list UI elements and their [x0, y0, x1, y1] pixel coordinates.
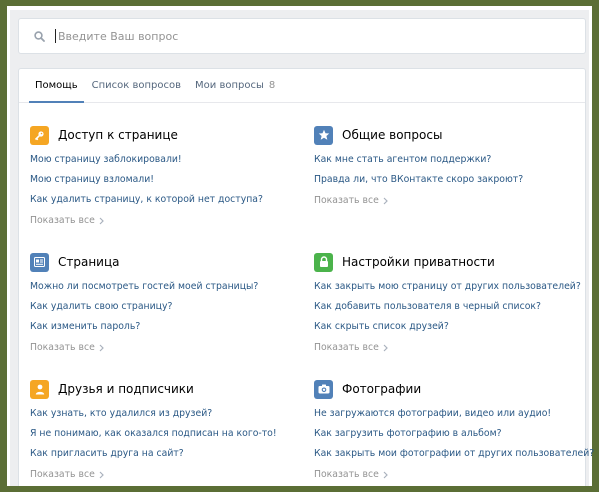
tab-help[interactable]: Помощь	[29, 69, 84, 103]
show-all-link[interactable]: Показать все	[30, 340, 300, 356]
faq-link[interactable]: Мою страницу взломали!	[30, 173, 300, 193]
chevron-right-icon	[383, 471, 388, 479]
profile-card-icon	[30, 252, 49, 272]
faq-link[interactable]: Как мне стать агентом поддержки?	[314, 153, 584, 173]
section-header[interactable]: Общие вопросы	[314, 125, 584, 145]
show-all-link[interactable]: Показать все	[314, 193, 584, 209]
section-page-access: Доступ к странице Мою страницу заблокиро…	[30, 125, 300, 229]
faq-link[interactable]: Как загрузить фотографию в альбом?	[314, 427, 584, 447]
tab-count-badge: 8	[268, 80, 276, 91]
search-icon	[19, 19, 49, 53]
show-all-link[interactable]: Показать все	[314, 340, 584, 356]
show-all-label: Показать все	[30, 342, 95, 353]
tab-questions-list[interactable]: Список вопросов	[86, 69, 187, 102]
tab-label: Список вопросов	[91, 80, 182, 91]
faq-link[interactable]: Как удалить страницу, к которой нет дост…	[30, 193, 300, 213]
page-background: Помощь Список вопросов Мои вопросы 8	[10, 10, 594, 486]
tab-label: Помощь	[35, 80, 78, 91]
chevron-right-icon	[99, 344, 104, 352]
show-all-label: Показать все	[314, 469, 379, 480]
star-icon	[314, 125, 333, 145]
person-icon	[30, 379, 49, 399]
show-all-label: Показать все	[30, 469, 95, 480]
tab-label: Мои вопросы	[195, 80, 264, 91]
faq-link[interactable]: Как добавить пользователя в черный списо…	[314, 300, 584, 320]
faq-link[interactable]: Не загружаются фотографии, видео или ауд…	[314, 407, 584, 427]
faq-link[interactable]: Как удалить свою страницу?	[30, 300, 300, 320]
tabs-bar: Помощь Список вопросов Мои вопросы 8	[19, 69, 585, 103]
faq-link[interactable]: Правда ли, что ВКонтакте скоро закроют?	[314, 173, 584, 193]
faq-link[interactable]: Как изменить пароль?	[30, 320, 300, 340]
section-header[interactable]: Доступ к странице	[30, 125, 300, 145]
show-all-label: Показать все	[30, 215, 95, 226]
faq-link[interactable]: Как закрыть мою страницу от других польз…	[314, 280, 584, 300]
help-panel: Помощь Список вопросов Мои вопросы 8 Дос…	[18, 68, 594, 486]
page: Помощь Список вопросов Мои вопросы 8	[7, 6, 594, 486]
faq-link[interactable]: Как скрыть список друзей?	[314, 320, 584, 340]
section-header[interactable]: Друзья и подписчики	[30, 379, 300, 399]
section-page: Страница Можно ли посмотреть гостей моей…	[30, 252, 300, 356]
section-title: Настройки приватности	[342, 255, 495, 269]
show-all-link[interactable]: Показать все	[30, 467, 300, 483]
section-title: Друзья и подписчики	[58, 382, 194, 396]
section-title: Страница	[58, 255, 120, 269]
faq-link[interactable]: Как пригласить друга на сайт?	[30, 447, 300, 467]
tab-my-questions[interactable]: Мои вопросы 8	[189, 69, 281, 102]
faq-link[interactable]: Можно ли посмотреть гостей моей страницы…	[30, 280, 300, 300]
chevron-right-icon	[99, 217, 104, 225]
section-header[interactable]: Страница	[30, 252, 300, 272]
lock-icon	[314, 252, 333, 272]
section-privacy-settings: Настройки приватности Как закрыть мою ст…	[314, 252, 584, 356]
faq-link[interactable]: Мою страницу заблокировали!	[30, 153, 300, 173]
section-title: Доступ к странице	[58, 128, 178, 142]
section-title: Фотографии	[342, 382, 422, 396]
show-all-label: Показать все	[314, 342, 379, 353]
section-title: Общие вопросы	[342, 128, 443, 142]
camera-icon	[314, 379, 333, 399]
section-friends-followers: Друзья и подписчики Как узнать, кто удал…	[30, 379, 300, 483]
text-cursor	[55, 29, 56, 43]
faq-link[interactable]: Как закрыть мои фотографии от других пол…	[314, 447, 594, 467]
faq-link[interactable]: Я не понимаю, как оказался подписан на к…	[30, 427, 300, 447]
section-header[interactable]: Настройки приватности	[314, 252, 584, 272]
key-icon	[30, 125, 49, 145]
search-box[interactable]	[18, 18, 586, 54]
faq-link[interactable]: Как узнать, кто удалился из друзей?	[30, 407, 300, 427]
outer-frame: Помощь Список вопросов Мои вопросы 8	[0, 0, 599, 492]
show-all-label: Показать все	[314, 195, 379, 206]
show-all-link[interactable]: Показать все	[314, 467, 584, 483]
sections-grid: Доступ к странице Мою страницу заблокиро…	[19, 104, 594, 486]
show-all-link[interactable]: Показать все	[30, 213, 300, 229]
section-photos: Фотографии Не загружаются фотографии, ви…	[314, 379, 594, 483]
section-header[interactable]: Фотографии	[314, 379, 584, 399]
section-general-questions: Общие вопросы Как мне стать агентом подд…	[314, 125, 584, 209]
chevron-right-icon	[99, 471, 104, 479]
chevron-right-icon	[383, 197, 388, 205]
search-input[interactable]	[58, 26, 518, 46]
chevron-right-icon	[383, 344, 388, 352]
